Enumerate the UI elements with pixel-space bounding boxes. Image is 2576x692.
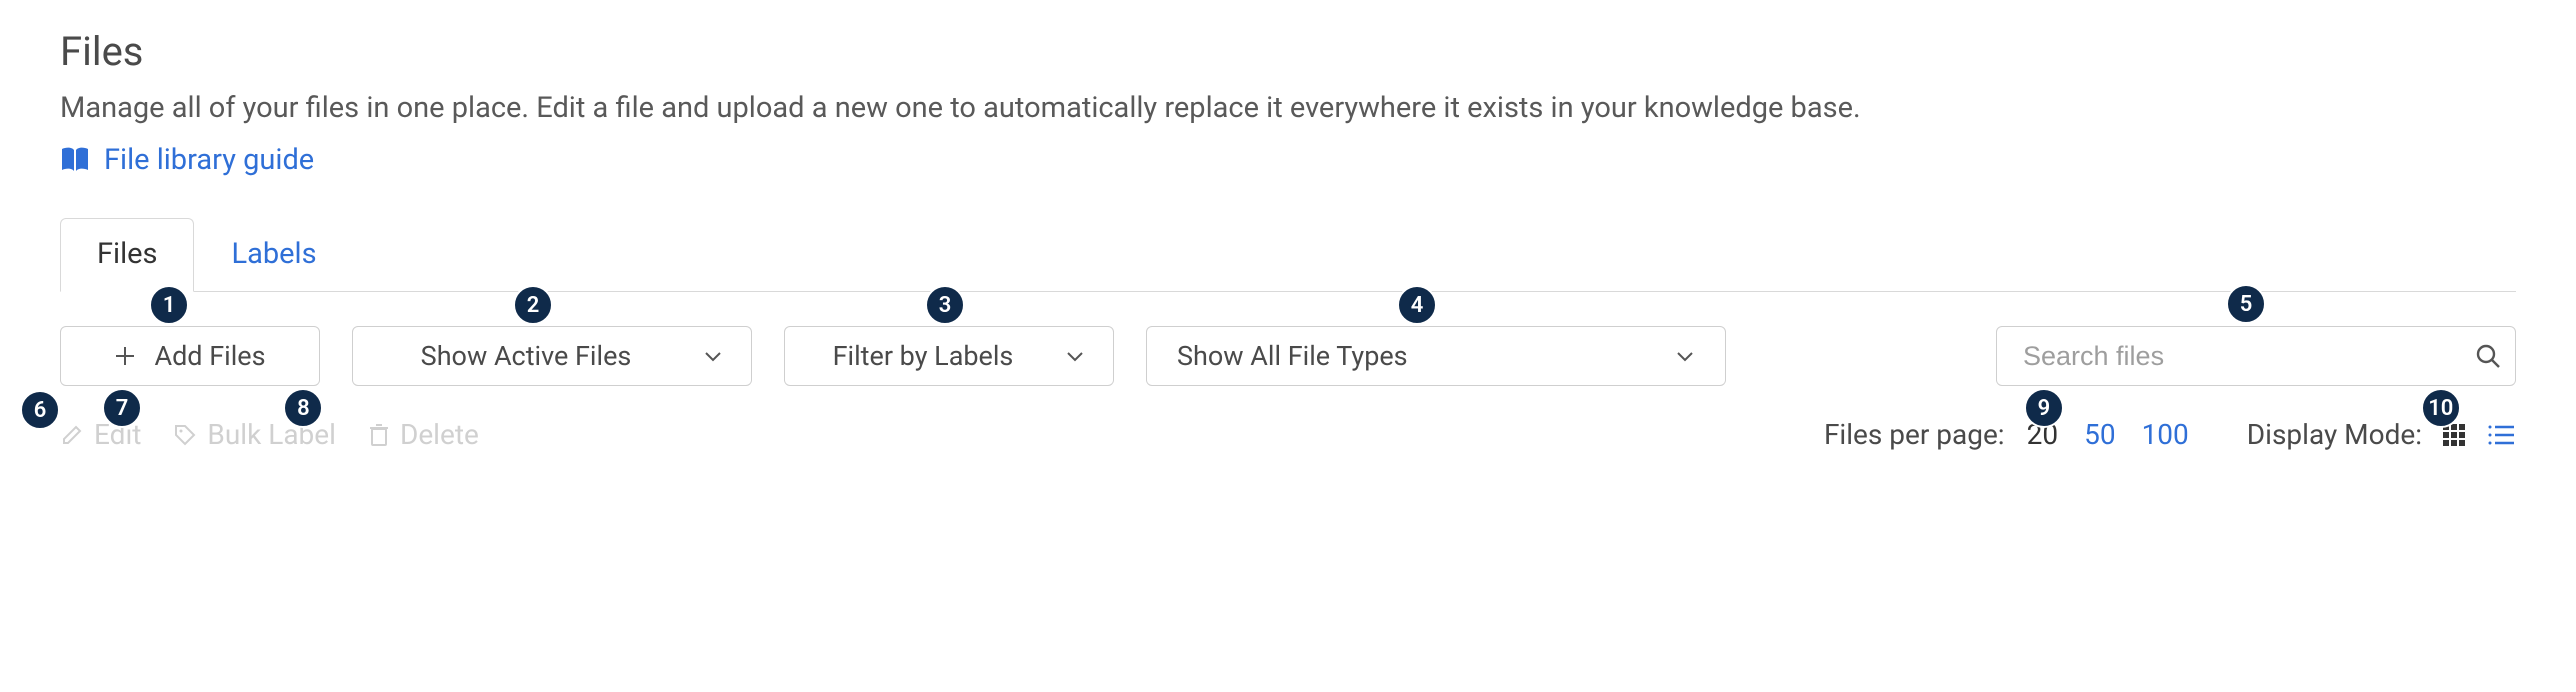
action-row: 6 7 Edit 8 Bulk Label <box>60 396 2516 457</box>
search-icon[interactable] <box>2474 342 2502 370</box>
tab-files[interactable]: Files <box>60 218 194 292</box>
tabs: Files Labels <box>60 217 2516 292</box>
annotation-badge-6: 6 <box>20 390 60 430</box>
guide-link-label: File library guide <box>104 143 314 177</box>
bulk-label-action[interactable]: 8 Bulk Label <box>173 418 336 451</box>
tab-labels[interactable]: Labels <box>194 218 353 292</box>
plus-icon <box>114 345 136 367</box>
chevron-down-icon <box>1065 349 1085 363</box>
toolbar: 1 Add Files 2 Show Active Files 3 Filter… <box>60 304 2516 396</box>
status-filter-label: Show Active Files <box>381 340 671 372</box>
edit-action[interactable]: 7 Edit <box>60 418 141 451</box>
book-icon <box>60 147 90 173</box>
files-per-page-label: Files per page: <box>1824 418 2005 451</box>
label-filter-label: Filter by Labels <box>813 340 1033 372</box>
files-per-page: 9 Files per page: 20 50 100 <box>1824 418 2193 451</box>
add-files-label: Add Files <box>154 340 265 372</box>
annotation-badge-3: 3 <box>925 285 965 325</box>
list-view-button[interactable] <box>2486 422 2516 448</box>
pencil-icon <box>60 423 84 447</box>
status-filter-select[interactable]: 2 Show Active Files <box>352 326 752 386</box>
search-wrap: 5 <box>1996 326 2516 386</box>
chevron-down-icon <box>1675 349 1695 363</box>
annotation-badge-7: 7 <box>102 388 142 428</box>
type-filter-label: Show All File Types <box>1177 340 1408 372</box>
bulk-actions: 6 7 Edit 8 Bulk Label <box>60 418 479 451</box>
delete-label: Delete <box>400 418 479 451</box>
annotation-badge-1: 1 <box>149 285 189 325</box>
annotation-badge-10: 10 <box>2421 388 2461 428</box>
search-input[interactable] <box>1996 326 2516 386</box>
delete-action[interactable]: Delete <box>368 418 479 451</box>
annotation-badge-5: 5 <box>2226 284 2266 324</box>
files-per-page-100[interactable]: 100 <box>2138 418 2193 451</box>
add-files-button[interactable]: 1 Add Files <box>60 326 320 386</box>
trash-icon <box>368 422 390 448</box>
display-mode: 10 Display Mode: <box>2247 418 2516 451</box>
files-per-page-50[interactable]: 50 <box>2080 418 2119 451</box>
chevron-down-icon <box>703 349 723 363</box>
annotation-badge-2: 2 <box>513 285 553 325</box>
file-library-guide-link[interactable]: File library guide <box>60 143 314 177</box>
label-filter-select[interactable]: 3 Filter by Labels <box>784 326 1114 386</box>
bulk-label-label: Bulk Label <box>207 418 336 451</box>
page-description: Manage all of your files in one place. E… <box>60 91 2516 125</box>
type-filter-select[interactable]: 4 Show All File Types <box>1146 326 1726 386</box>
list-icon <box>2486 422 2516 448</box>
tag-icon <box>173 423 197 447</box>
annotation-badge-9: 9 <box>2024 388 2064 428</box>
display-mode-label: Display Mode: <box>2247 418 2422 451</box>
page-title: Files <box>60 28 2516 75</box>
annotation-badge-4: 4 <box>1397 285 1437 325</box>
